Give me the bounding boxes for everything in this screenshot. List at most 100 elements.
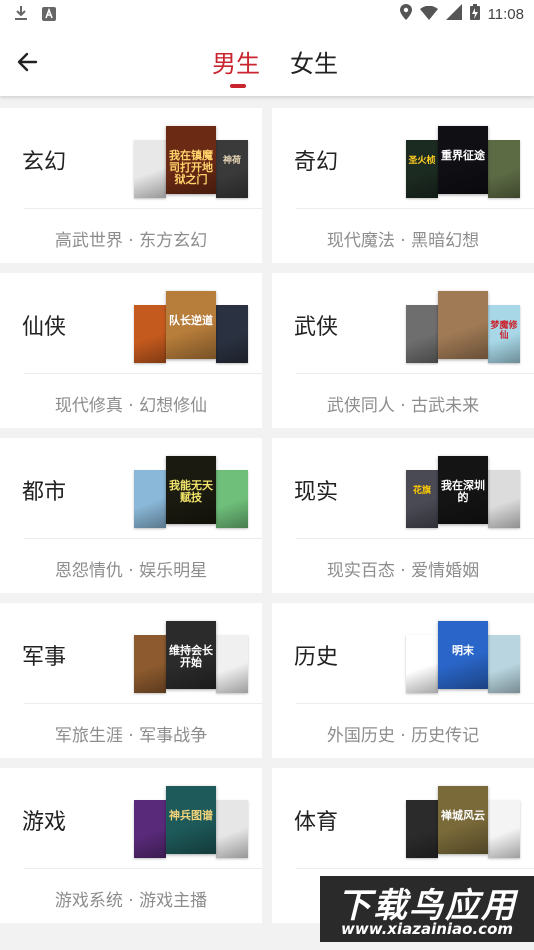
category-name: 现实 xyxy=(294,480,339,505)
card-divider xyxy=(24,703,262,704)
book-cover xyxy=(134,800,166,858)
book-cover-title: 神兵图谱 xyxy=(169,809,213,822)
card-divider xyxy=(296,538,534,539)
book-covers: 神兵图谱 xyxy=(134,786,248,858)
book-cover-title: 圣火桢 xyxy=(408,156,436,166)
category-grid: 玄幻 我在镇魔司打开地狱之门 神荷高武世界 · 东方玄幻 奇幻 圣火桢 重界征途现代魔法 … xyxy=(0,108,534,923)
signal-icon xyxy=(445,4,462,24)
book-covers: 禅城风云 xyxy=(406,786,520,858)
category-subtags: 现实百态 · 爱情婚姻 xyxy=(326,561,480,581)
book-cover-title: 明末 xyxy=(452,644,474,657)
book-cover-title: 队长逆道 xyxy=(169,314,213,327)
category-name: 游戏 xyxy=(22,810,67,835)
book-cover xyxy=(488,800,520,858)
book-cover xyxy=(488,470,520,528)
book-cover: 我在镇魔司打开地狱之门 xyxy=(166,126,216,194)
book-cover-title: 花旗 xyxy=(412,486,431,496)
category-name: 奇幻 xyxy=(294,150,339,175)
book-covers: 梦魔修仙 xyxy=(406,291,520,363)
book-cover: 我在深圳的 xyxy=(438,456,488,524)
wifi-icon xyxy=(419,5,438,24)
book-cover-title: 我在镇魔司打开地狱之门 xyxy=(169,149,213,186)
book-covers: 圣火桢 重界征途 xyxy=(406,126,520,198)
category-name: 玄幻 xyxy=(22,150,67,175)
category-name: 军事 xyxy=(22,645,67,670)
book-cover xyxy=(406,305,438,363)
book-cover xyxy=(216,800,248,858)
book-covers: 我在镇魔司打开地狱之门 神荷 xyxy=(134,126,248,198)
book-cover-title: 禅城风云 xyxy=(441,809,485,822)
category-name: 体育 xyxy=(294,810,339,835)
book-cover-title: 维持会长开始 xyxy=(169,644,213,669)
book-cover: 神荷 xyxy=(216,140,248,198)
top-app-bar: 男生 女生 xyxy=(0,28,534,96)
book-cover xyxy=(216,305,248,363)
book-covers: 明末 xyxy=(406,621,520,693)
book-cover xyxy=(488,635,520,693)
category-card[interactable]: 奇幻 圣火桢 重界征途现代魔法 · 黑暗幻想 xyxy=(272,108,534,263)
category-name: 历史 xyxy=(294,645,339,670)
book-cover xyxy=(134,635,166,693)
app-notification-icon xyxy=(42,6,56,25)
back-button[interactable] xyxy=(14,48,42,76)
book-cover: 维持会长开始 xyxy=(166,621,216,689)
clock: 11:08 xyxy=(487,5,524,23)
status-bar: 11:08 xyxy=(0,0,534,28)
card-divider xyxy=(296,868,534,869)
category-name: 武侠 xyxy=(294,315,339,340)
book-cover-title: 神荷 xyxy=(222,156,241,166)
book-cover-title: 我能无天赋技 xyxy=(169,479,213,504)
book-cover xyxy=(406,635,438,693)
category-subtags: 恩怨情仇 · 娱乐明星 xyxy=(54,561,208,581)
book-cover xyxy=(134,470,166,528)
card-divider xyxy=(296,208,534,209)
category-card[interactable]: 都市 我能无天赋技恩怨情仇 · 娱乐明星 xyxy=(0,438,262,593)
book-cover: 圣火桢 xyxy=(406,140,438,198)
category-subtags: 外国历史 · 历史传记 xyxy=(326,726,480,746)
category-name: 仙侠 xyxy=(22,315,67,340)
arrow-left-icon xyxy=(17,52,38,72)
book-cover: 队长逆道 xyxy=(166,291,216,359)
card-divider xyxy=(24,538,262,539)
tab-female[interactable]: 女生 xyxy=(290,44,338,79)
book-cover: 神兵图谱 xyxy=(166,786,216,854)
book-cover xyxy=(216,470,248,528)
category-card[interactable]: 武侠 梦魔修仙武侠同人 · 古武未来 xyxy=(272,273,534,428)
book-cover: 花旗 xyxy=(406,470,438,528)
tab-indicator xyxy=(230,84,246,88)
category-subtags: 现代魔法 · 黑暗幻想 xyxy=(326,231,480,251)
book-covers: 队长逆道 xyxy=(134,291,248,363)
category-card[interactable]: 现实 花旗 我在深圳的现实百态 · 爱情婚姻 xyxy=(272,438,534,593)
book-cover: 梦魔修仙 xyxy=(488,305,520,363)
book-cover: 禅城风云 xyxy=(438,786,488,854)
card-divider xyxy=(296,373,534,374)
category-card[interactable]: 军事 维持会长开始军旅生涯 · 军事战争 xyxy=(0,603,262,758)
book-cover: 重界征途 xyxy=(438,126,488,194)
category-subtags: 军旅生涯 · 军事战争 xyxy=(54,726,208,746)
category-subtags: 高武世界 · 东方玄幻 xyxy=(54,231,208,251)
book-cover xyxy=(134,140,166,198)
category-card[interactable]: 历史 明末外国历史 · 历史传记 xyxy=(272,603,534,758)
card-divider xyxy=(24,208,262,209)
category-subtags: 武侠同人 · 古武未来 xyxy=(326,396,480,416)
download-icon xyxy=(14,5,28,25)
category-card[interactable]: 游戏 神兵图谱 游戏系统 · 游戏主播 xyxy=(0,768,262,923)
book-cover xyxy=(134,305,166,363)
card-divider xyxy=(296,703,534,704)
category-name: 都市 xyxy=(22,480,67,505)
battery-icon xyxy=(469,4,480,24)
category-card[interactable]: 玄幻 我在镇魔司打开地狱之门 神荷高武世界 · 东方玄幻 xyxy=(0,108,262,263)
book-cover: 我能无天赋技 xyxy=(166,456,216,524)
card-divider xyxy=(24,868,262,869)
book-cover xyxy=(488,140,520,198)
book-cover-title: 梦魔修仙 xyxy=(490,321,518,341)
category-card[interactable]: 仙侠 队长逆道现代修真 · 幻想修仙 xyxy=(0,273,262,428)
book-covers: 维持会长开始 xyxy=(134,621,248,693)
location-icon xyxy=(399,4,412,24)
watermark: 下载鸟应用 www.xiazainiao.com xyxy=(320,876,534,942)
category-subtags: 现代修真 · 幻想修仙 xyxy=(54,396,208,416)
card-divider xyxy=(24,373,262,374)
book-cover-title: 我在深圳的 xyxy=(441,479,485,504)
watermark-url: www.xiazainiao.com xyxy=(340,920,514,938)
tab-male[interactable]: 男生 xyxy=(212,44,260,79)
